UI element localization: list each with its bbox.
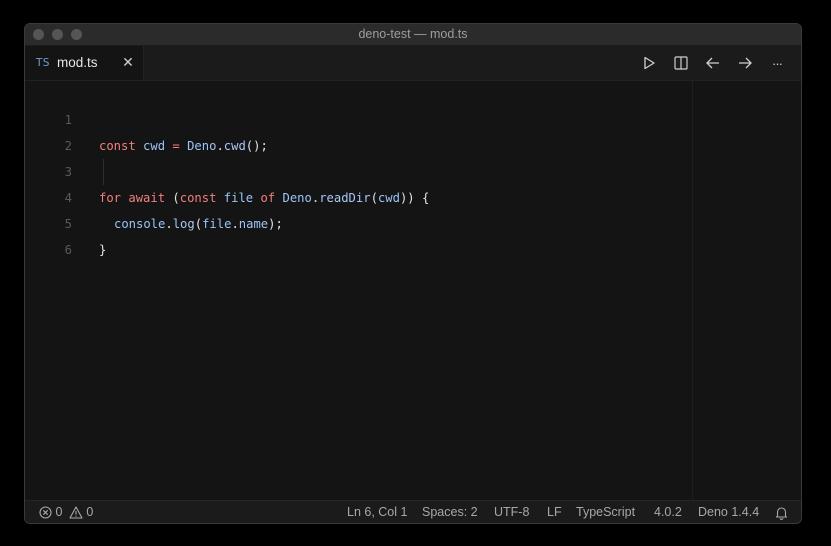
error-icon xyxy=(39,506,52,519)
notifications-button[interactable] xyxy=(775,501,788,523)
navigate-back-button[interactable] xyxy=(703,54,723,72)
line-content: } xyxy=(99,243,107,257)
code-line-3[interactable]: 3 for await (const file of Deno.readDir(… xyxy=(25,133,430,205)
arrow-left-icon xyxy=(706,57,719,69)
more-actions-button[interactable]: ··· xyxy=(767,54,787,72)
navigate-forward-button[interactable] xyxy=(735,54,755,72)
warning-icon xyxy=(69,506,83,519)
warning-count: 0 xyxy=(86,505,94,519)
code-line-1[interactable]: 1 const cwd = Deno.cwd(); xyxy=(25,81,268,153)
editor-ruler xyxy=(692,81,693,503)
line-content: console.log(file.name); xyxy=(114,217,283,231)
line-number: 6 xyxy=(64,243,72,257)
split-editor-button[interactable] xyxy=(671,54,691,72)
line-content: const cwd = Deno.cwd(); xyxy=(99,139,268,153)
line-ending-setting[interactable]: LF xyxy=(547,501,562,523)
window-title: deno-test — mod.ts xyxy=(358,27,468,41)
deno-version[interactable]: Deno 1.4.4 xyxy=(698,501,759,523)
typescript-file-icon: TS xyxy=(36,57,50,69)
code-line-6[interactable]: 6 xyxy=(25,211,72,257)
code-line-4[interactable]: 4 console.log(file.name); xyxy=(25,159,283,231)
indentation-setting[interactable]: Spaces: 2 xyxy=(422,501,478,523)
bell-icon xyxy=(775,507,788,520)
close-tab-button[interactable]: ✕ xyxy=(120,54,136,70)
run-button[interactable] xyxy=(639,54,659,72)
title-bar: deno-test — mod.ts xyxy=(25,24,801,46)
encoding-setting[interactable]: UTF-8 xyxy=(494,501,529,523)
line-content: for await (const file of Deno.readDir(cw… xyxy=(99,191,430,205)
problems-indicator[interactable]: 0 0 xyxy=(39,501,93,523)
status-bar: 0 0 Ln 6, Col 1 Spaces: 2 UTF-8 LF TypeS… xyxy=(25,500,801,523)
typescript-version[interactable]: 4.0.2 xyxy=(654,501,682,523)
code-line-5[interactable]: 5 } xyxy=(25,185,107,257)
cursor-position[interactable]: Ln 6, Col 1 xyxy=(347,501,407,523)
code-editor[interactable]: 1 const cwd = Deno.cwd(); 2 3 for await … xyxy=(25,81,801,503)
split-editor-icon xyxy=(674,56,688,70)
tab-mod-ts[interactable]: TS mod.ts ✕ xyxy=(25,46,144,80)
tab-label: mod.ts xyxy=(57,55,98,70)
arrow-right-icon xyxy=(739,57,752,69)
editor-window: deno-test — mod.ts TS mod.ts ✕ ··· 1 con… xyxy=(24,23,802,524)
indent-guide xyxy=(103,159,104,185)
code-line-2[interactable]: 2 xyxy=(25,107,72,153)
tab-bar: TS mod.ts ✕ ··· xyxy=(25,46,801,81)
play-icon xyxy=(644,56,655,70)
error-count: 0 xyxy=(55,505,63,519)
language-mode[interactable]: TypeScript xyxy=(576,501,635,523)
